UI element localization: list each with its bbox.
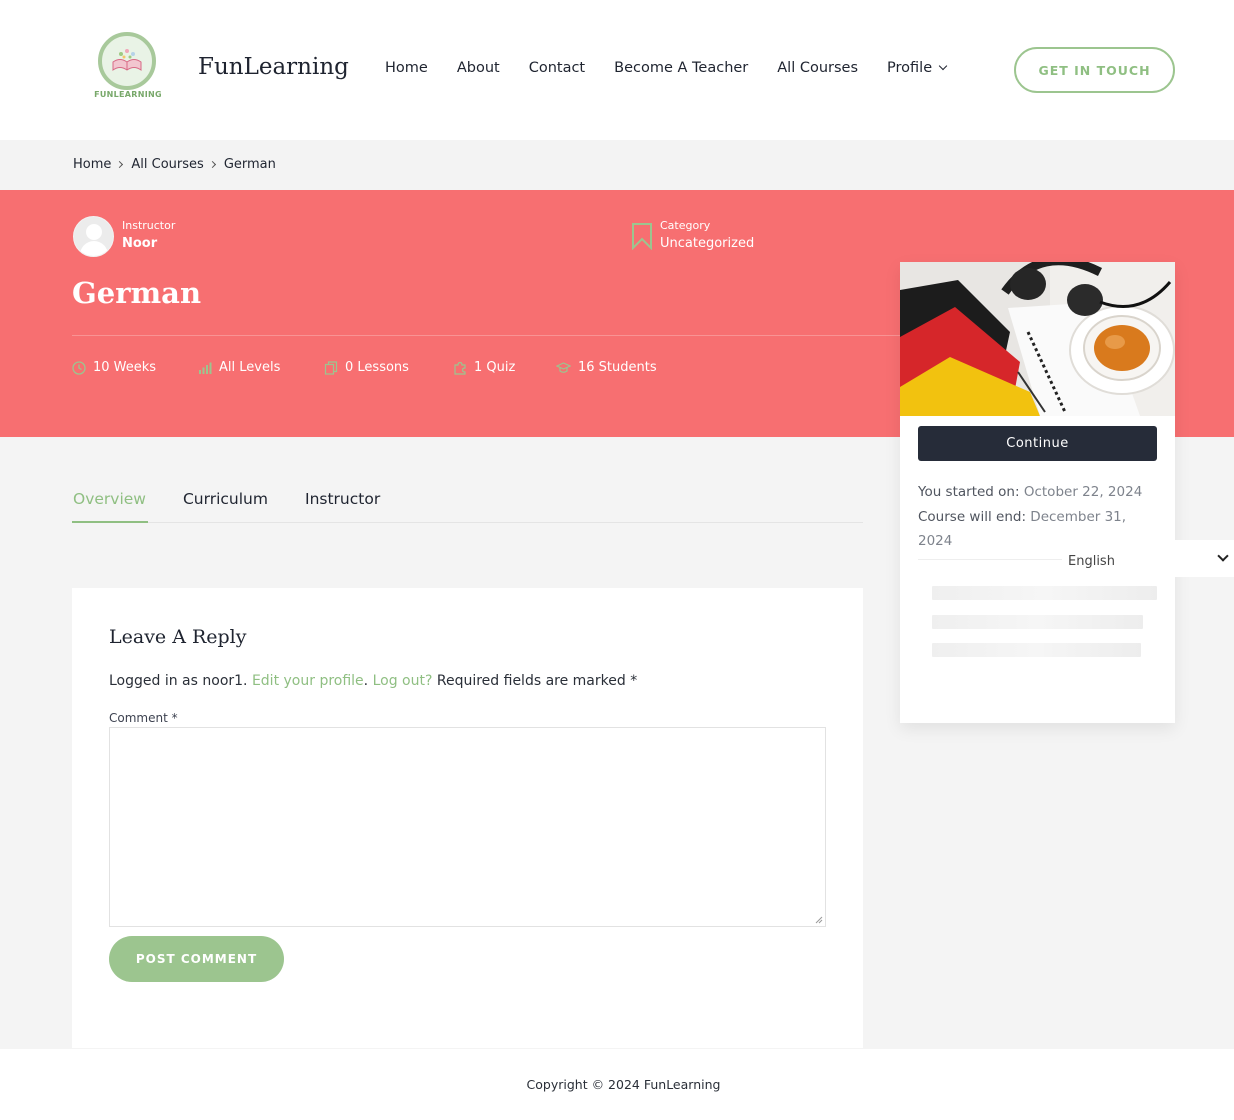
clock-icon — [72, 360, 86, 375]
tabs-divider — [72, 522, 863, 523]
stat-duration: 10 Weeks — [72, 360, 156, 375]
instructor-avatar — [73, 216, 114, 257]
stat-quiz: 1 Quiz — [453, 360, 515, 375]
chevron-right-icon — [116, 160, 124, 169]
resize-handle-icon[interactable] — [815, 916, 823, 924]
active-tab-indicator — [72, 521, 148, 523]
category-label: Category — [660, 219, 711, 232]
continue-button[interactable]: Continue — [918, 426, 1157, 461]
nav-home[interactable]: Home — [385, 60, 428, 76]
started-label: You started on: — [918, 484, 1020, 500]
nav-profile-label: Profile — [887, 60, 933, 76]
logged-in-notice: Logged in as noor1. Edit your profile. L… — [109, 673, 638, 689]
nav-profile[interactable]: Profile — [887, 60, 948, 76]
brand-name[interactable]: FunLearning — [198, 54, 349, 80]
language-selector[interactable]: English — [1062, 540, 1234, 577]
instructor-label: Instructor — [122, 219, 176, 232]
stat-duration-text: 10 Weeks — [93, 360, 157, 375]
chevron-down-icon — [938, 61, 948, 71]
comment-label: Comment * — [109, 711, 178, 725]
stat-level-text: All Levels — [219, 360, 281, 375]
open-book-icon — [112, 49, 142, 71]
stat-students: 16 Students — [556, 360, 657, 375]
end-label: Course will end: — [918, 508, 1026, 525]
get-in-touch-button[interactable]: GET IN TOUCH — [1014, 47, 1175, 93]
breadcrumb-home[interactable]: Home — [73, 157, 111, 172]
bookmark-icon — [632, 223, 652, 250]
hero-divider — [72, 335, 900, 336]
stat-quiz-text: 1 Quiz — [474, 360, 516, 375]
tab-instructor[interactable]: Instructor — [305, 490, 380, 508]
site-logo[interactable]: FUNLEARNING — [92, 32, 164, 102]
breadcrumb-all-courses[interactable]: All Courses — [131, 157, 203, 172]
logged-in-text: Logged in as noor1. — [109, 673, 248, 689]
loading-placeholder — [932, 643, 1141, 657]
puzzle-icon — [454, 361, 466, 375]
comment-textarea[interactable] — [109, 727, 826, 927]
tab-overview[interactable]: Overview — [73, 490, 146, 508]
nav-become-teacher[interactable]: Become A Teacher — [614, 60, 748, 76]
stat-students-text: 16 Students — [578, 360, 657, 375]
started-value: October 22, 2024 — [1023, 484, 1143, 500]
graduation-cap-icon — [556, 361, 571, 373]
course-tabs: Overview Curriculum Instructor — [73, 490, 417, 508]
category-value[interactable]: Uncategorized — [660, 236, 754, 251]
edit-profile-link[interactable]: Edit your profile — [252, 673, 364, 689]
course-image — [900, 262, 1175, 416]
loading-placeholder — [932, 615, 1143, 629]
chevron-right-icon — [208, 160, 216, 169]
breadcrumb-current: German — [223, 157, 276, 172]
nav-all-courses[interactable]: All Courses — [777, 60, 858, 76]
required-fields-note: Required fields are marked * — [436, 673, 638, 689]
course-thumbnail — [900, 262, 1175, 416]
chevron-down-icon — [1217, 550, 1229, 562]
course-card: Continue You started on: October 22, 202… — [900, 262, 1175, 723]
course-title: German — [72, 276, 202, 310]
nav-about[interactable]: About — [457, 60, 500, 76]
tab-curriculum[interactable]: Curriculum — [183, 490, 268, 508]
stat-lessons-text: 0 Lessons — [345, 360, 409, 375]
stat-lessons: 0 Lessons — [324, 360, 409, 375]
copyright: Copyright © 2024 FunLearning — [526, 1077, 721, 1092]
language-label: English — [1068, 554, 1115, 569]
post-comment-button[interactable]: POST COMMENT — [109, 936, 284, 982]
logout-link[interactable]: Log out? — [373, 673, 433, 689]
logo-text: FUNLEARNING — [94, 90, 162, 99]
nav-contact[interactable]: Contact — [529, 60, 585, 76]
copy-icon — [324, 360, 338, 375]
reply-title: Leave A Reply — [109, 626, 247, 648]
reply-section: Leave A Reply Logged in as noor1. Edit y… — [72, 588, 863, 1048]
signal-bars-icon — [199, 362, 212, 374]
breadcrumb: Home All Courses German — [73, 157, 276, 172]
loading-placeholder — [932, 586, 1157, 600]
main-nav: Home About Contact Become A Teacher All … — [385, 60, 975, 76]
instructor-name[interactable]: Noor — [122, 236, 157, 251]
stat-level: All Levels — [198, 360, 280, 375]
